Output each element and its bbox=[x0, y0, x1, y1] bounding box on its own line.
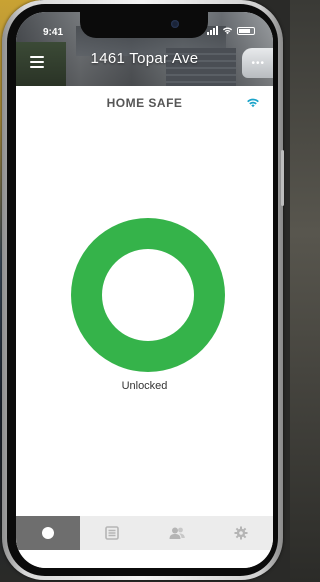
camera-icon bbox=[171, 20, 179, 28]
address-title: 1461 Topar Ave bbox=[90, 50, 199, 67]
wifi-icon bbox=[247, 98, 259, 108]
tab-settings[interactable] bbox=[209, 516, 273, 550]
status-icons bbox=[207, 26, 255, 35]
phone-frame: 9:41 1461 Topar Ave ••• HOME SAFE Unlock… bbox=[2, 0, 284, 580]
settings-gear-icon bbox=[234, 526, 248, 540]
lock-status-ring[interactable] bbox=[71, 218, 225, 372]
side-button bbox=[281, 150, 284, 206]
notch bbox=[80, 12, 208, 38]
users-icon bbox=[169, 527, 185, 539]
lock-status-icon bbox=[42, 527, 55, 539]
cellular-signal-icon bbox=[207, 26, 218, 35]
phone-screen: 9:41 1461 Topar Ave ••• HOME SAFE Unlock… bbox=[16, 12, 273, 568]
home-indicator-area bbox=[16, 550, 273, 568]
tab-bar bbox=[16, 516, 273, 550]
battery-icon bbox=[237, 26, 255, 35]
tab-users[interactable] bbox=[145, 516, 209, 550]
tab-history[interactable] bbox=[80, 516, 144, 550]
tab-lock-status[interactable] bbox=[16, 516, 81, 550]
page-title: HOME SAFE bbox=[106, 96, 183, 110]
history-icon bbox=[105, 526, 120, 540]
status-time: 9:41 bbox=[43, 27, 64, 38]
more-dots-icon[interactable]: ••• bbox=[251, 58, 265, 69]
lock-status-label: Unlocked bbox=[121, 380, 168, 392]
status-wifi-icon bbox=[222, 27, 233, 35]
background-right bbox=[290, 0, 320, 582]
